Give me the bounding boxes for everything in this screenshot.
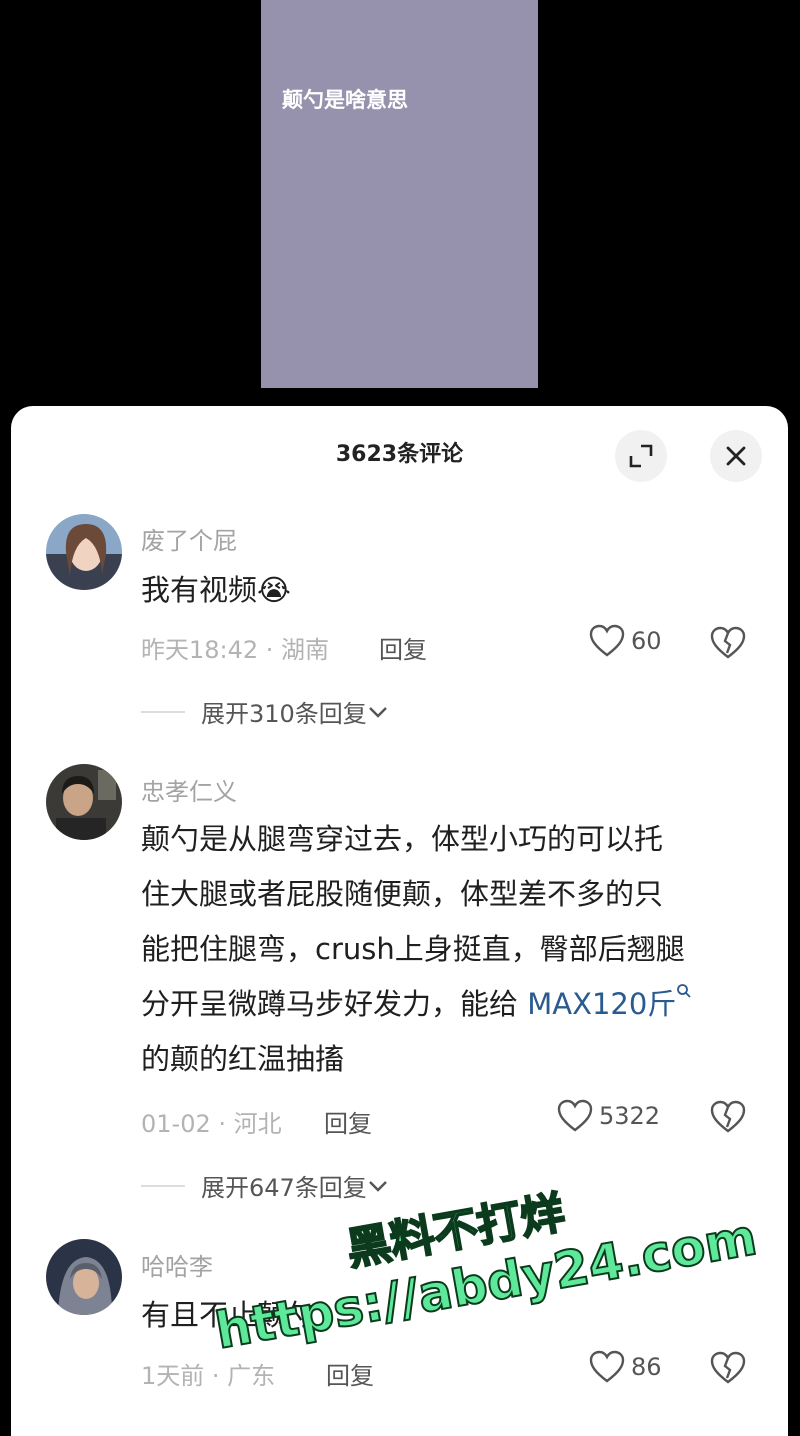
like-button[interactable]: 60 bbox=[589, 624, 662, 658]
dislike-button[interactable] bbox=[710, 1351, 746, 1389]
reply-button[interactable]: 回复 bbox=[324, 1104, 372, 1139]
video-caption: 颠勺是啥意思 bbox=[282, 88, 408, 112]
expand-icon bbox=[629, 444, 653, 468]
divider bbox=[141, 1184, 185, 1187]
comment-text: 我有视频😭 bbox=[141, 573, 291, 607]
divider bbox=[141, 710, 185, 713]
reply-button[interactable]: 回复 bbox=[326, 1356, 374, 1391]
comment-username[interactable]: 废了个屁 bbox=[141, 521, 237, 556]
broken-heart-icon bbox=[710, 1100, 746, 1133]
broken-heart-icon bbox=[710, 1351, 746, 1384]
search-icon bbox=[677, 984, 691, 998]
comment-time-location: 01-02 · 河北 bbox=[141, 1110, 282, 1138]
like-count: 86 bbox=[631, 1353, 662, 1381]
reply-button[interactable]: 回复 bbox=[379, 630, 427, 665]
like-button[interactable]: 5322 bbox=[557, 1099, 660, 1133]
close-button[interactable] bbox=[710, 430, 762, 482]
comment-time-location: 昨天18:42 · 湖南 bbox=[141, 636, 330, 664]
chevron-down-icon bbox=[368, 1180, 387, 1192]
expand-replies-button[interactable]: 展开647条回复 bbox=[141, 1168, 389, 1203]
heart-icon bbox=[589, 1350, 625, 1383]
dislike-button[interactable] bbox=[710, 1100, 746, 1138]
like-button[interactable]: 86 bbox=[589, 1350, 662, 1384]
comments-count-title: 3623条评论 bbox=[335, 442, 464, 467]
heart-icon bbox=[557, 1099, 593, 1132]
close-icon bbox=[726, 446, 746, 466]
avatar[interactable] bbox=[46, 1239, 122, 1315]
avatar[interactable] bbox=[46, 514, 122, 590]
heart-icon bbox=[589, 624, 625, 657]
like-count: 5322 bbox=[599, 1102, 661, 1130]
comment-username[interactable]: 忠孝仁义 bbox=[141, 772, 237, 807]
comment-username[interactable]: 哈哈李 bbox=[141, 1247, 213, 1282]
broken-heart-icon bbox=[710, 626, 746, 659]
chevron-down-icon bbox=[368, 706, 387, 718]
expand-button[interactable] bbox=[615, 430, 667, 482]
crying-emoji: 😭 bbox=[257, 573, 291, 607]
comment-text: 颠勺是从腿弯穿过去，体型小巧的可以托 住大腿或者屁股随便颠，体型差不多的只 能把… bbox=[141, 812, 751, 1087]
search-link[interactable]: MAX120斤 bbox=[527, 984, 692, 1021]
video-player[interactable]: 颠勺是啥意思 bbox=[261, 0, 538, 388]
dislike-button[interactable] bbox=[710, 626, 746, 664]
expand-replies-button[interactable]: 展开310条回复 bbox=[141, 694, 389, 729]
like-count: 60 bbox=[631, 627, 662, 655]
comment-time-location: 1天前 · 广东 bbox=[141, 1362, 276, 1390]
avatar[interactable] bbox=[46, 764, 122, 840]
